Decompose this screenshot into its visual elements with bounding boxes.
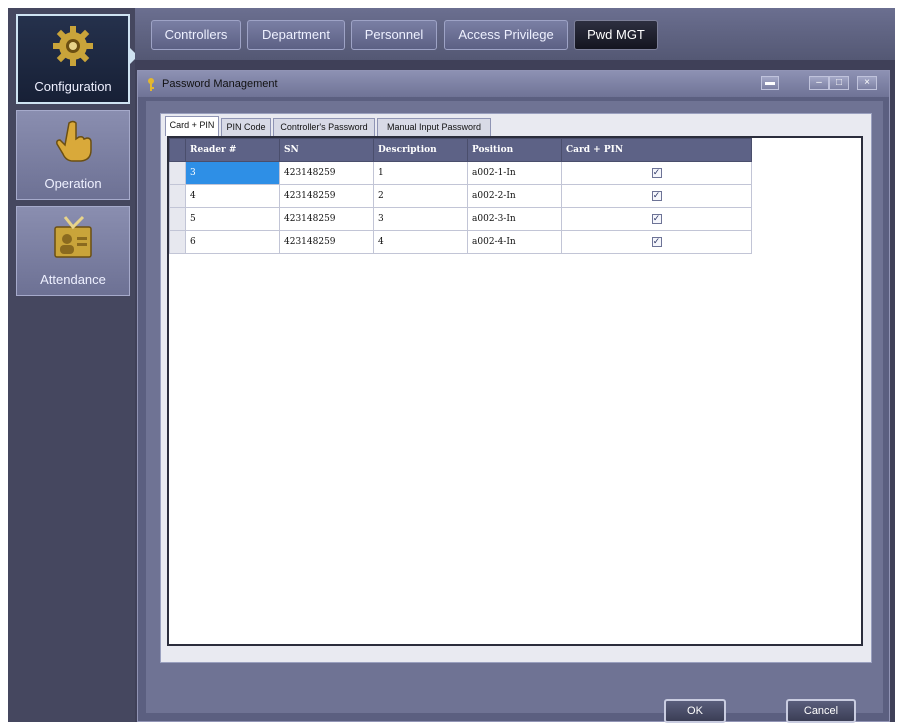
cancel-button[interactable]: Cancel [786,699,856,723]
sidebar-item-label: Attendance [40,272,106,287]
cell-description[interactable]: 2 [373,184,468,208]
table-row[interactable]: 4 423148259 2 a002-2-In ✓ [169,184,752,208]
sidebar-item-attendance[interactable]: Attendance [16,206,130,296]
cell-reader[interactable]: 4 [185,184,280,208]
hand-pointer-icon [56,120,92,162]
row-selector[interactable] [169,207,186,231]
row-selector[interactable] [169,230,186,254]
row-header-corner [169,138,186,162]
sidebar-item-label: Configuration [34,79,112,94]
tab-personnel[interactable]: Personnel [351,20,437,50]
sidebar-item-label: Operation [44,176,102,191]
tab-card-pin[interactable]: Card + PIN [165,116,219,136]
card-pin-checkbox[interactable]: ✓ [651,236,662,247]
tab-panel: Card + PIN PIN Code Controller's Passwor… [160,113,872,663]
ok-button[interactable]: OK [664,699,726,723]
maximize-icon: □ [835,77,843,88]
tab-pin-code[interactable]: PIN Code [221,118,271,136]
sidebar-item-configuration[interactable]: Configuration [16,14,130,104]
row-selector[interactable] [169,184,186,208]
row-selector[interactable] [169,161,186,185]
gear-icon [53,26,93,66]
tab-access-privilege[interactable]: Access Privilege [444,20,568,50]
tab-department[interactable]: Department [247,20,345,50]
cell-position[interactable]: a002-4-In [467,230,562,254]
cell-description[interactable]: 3 [373,207,468,231]
cell-description[interactable]: 4 [373,230,468,254]
cell-position[interactable]: a002-3-In [467,207,562,231]
column-header-sn[interactable]: SN [279,138,374,162]
cell-position[interactable]: a002-2-In [467,184,562,208]
minimize-icon: – [816,77,822,88]
column-header-card-pin[interactable]: Card + PIN [561,138,752,162]
cell-reader[interactable]: 3 [185,161,280,185]
top-nav: Controllers Department Personnel Access … [135,8,895,60]
sidebar-item-operation[interactable]: Operation [16,110,130,200]
card-pin-checkbox[interactable]: ✓ [651,213,662,224]
tab-controllers[interactable]: Controllers [151,20,241,50]
cell-sn[interactable]: 423148259 [279,230,374,254]
table-header-row: Reader # SN Description Position Card + … [169,138,752,162]
attendance-icon [54,215,92,258]
cell-sn[interactable]: 423148259 [279,184,374,208]
password-management-window: Password Management ▬ – □ × Card + PIN P… [137,70,890,723]
table-row[interactable]: 6 423148259 4 a002-4-In ✓ [169,230,752,254]
reader-grid: Reader # SN Description Position Card + … [167,136,863,646]
close-button[interactable]: × [857,76,877,90]
window-title: Password Management [162,78,278,90]
cell-card-pin[interactable]: ✓ [561,161,752,185]
dash-icon: ▬ [765,77,775,88]
cell-card-pin[interactable]: ✓ [561,230,752,254]
window-menu-button[interactable]: ▬ [761,76,779,90]
card-pin-checkbox[interactable]: ✓ [651,167,662,178]
cell-position[interactable]: a002-1-In [467,161,562,185]
cell-sn[interactable]: 423148259 [279,207,374,231]
table-row[interactable]: 3 423148259 1 a002-1-In ✓ [169,161,752,185]
maximize-button[interactable]: □ [829,76,849,90]
cell-reader[interactable]: 5 [185,207,280,231]
reader-table: Reader # SN Description Position Card + … [169,138,752,254]
window-body: Card + PIN PIN Code Controller's Passwor… [146,101,883,723]
cell-card-pin[interactable]: ✓ [561,207,752,231]
tab-controllers-password[interactable]: Controller's Password [273,118,375,136]
card-pin-checkbox[interactable]: ✓ [651,190,662,201]
cell-reader[interactable]: 6 [185,230,280,254]
cell-description[interactable]: 1 [373,161,468,185]
table-row[interactable]: 5 423148259 3 a002-3-In ✓ [169,207,752,231]
sidebar: Configuration Operation Attendance [8,8,138,722]
column-header-description[interactable]: Description [373,138,468,162]
window-titlebar[interactable]: Password Management ▬ – □ × [138,71,889,97]
cell-card-pin[interactable]: ✓ [561,184,752,208]
key-icon [148,78,154,91]
minimize-button[interactable]: – [809,76,829,90]
cell-sn[interactable]: 423148259 [279,161,374,185]
close-icon: × [864,77,870,88]
column-header-position[interactable]: Position [467,138,562,162]
tab-pwd-mgt[interactable]: Pwd MGT [574,20,658,50]
column-header-reader[interactable]: Reader # [185,138,280,162]
tab-manual-input-password[interactable]: Manual Input Password [377,118,491,136]
